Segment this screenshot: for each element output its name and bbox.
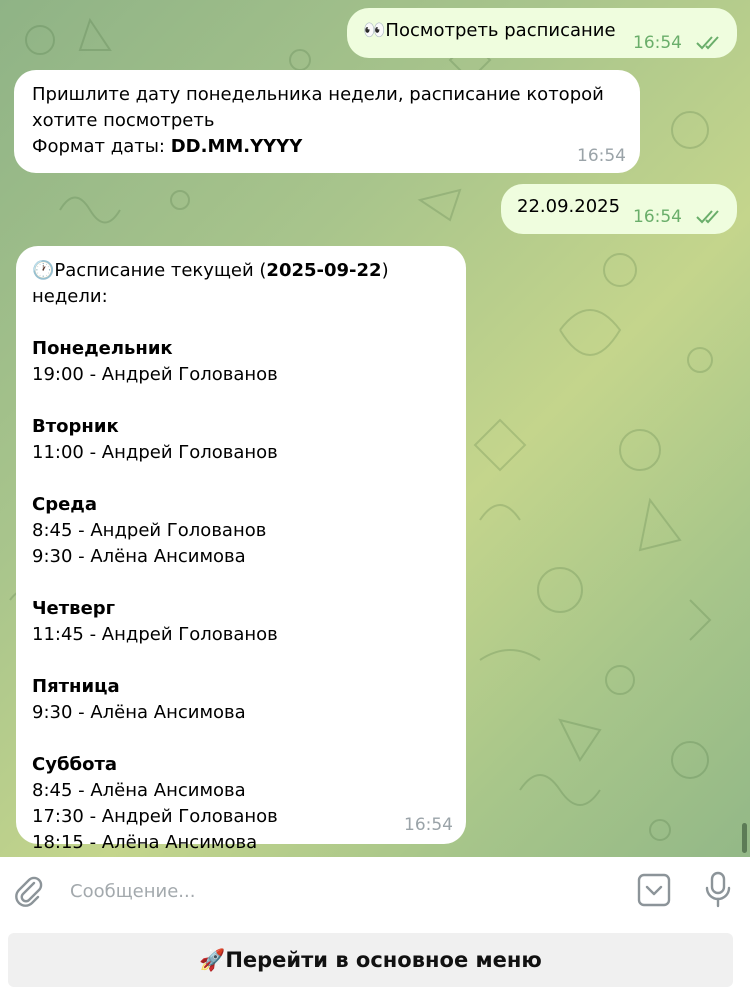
- double-check-icon: [696, 36, 719, 50]
- message-time: 16:54: [577, 146, 626, 166]
- day-name: Вторник: [32, 416, 119, 437]
- message-input[interactable]: [68, 875, 592, 907]
- eyes-emoji-icon: 👀: [363, 20, 386, 41]
- schedule-entry: 19:00 - Андрей Голованов: [32, 364, 278, 385]
- message-incoming[interactable]: Пришлите дату понедельника недели, распи…: [14, 70, 640, 173]
- day-name: Суббота: [32, 754, 118, 775]
- clock-emoji-icon: 🕐: [32, 260, 55, 281]
- schedule-entry: 11:45 - Андрей Голованов: [32, 624, 278, 645]
- schedule-entry: 9:30 - Алёна Ансимова: [32, 702, 246, 723]
- message-line: хотите посмотреть: [32, 110, 215, 131]
- message-incoming-schedule[interactable]: 🕐Расписание текущей (2025-09-22) недели:…: [16, 246, 466, 853]
- scrollbar-thumb[interactable]: [742, 823, 747, 853]
- schedule-date: 2025-09-22: [266, 260, 382, 281]
- schedule-title: 🕐Расписание текущей (2025-09-22) недели:: [32, 260, 389, 307]
- message-line: Пришлите дату понедельника недели, распи…: [32, 84, 604, 105]
- format-label: Формат даты:: [32, 136, 171, 157]
- format-value: DD.MM.YYYY: [170, 136, 303, 157]
- double-check-icon: [696, 210, 719, 224]
- schedule-entry: 8:45 - Алёна Ансимова: [32, 780, 246, 801]
- rocket-emoji-icon: 🚀: [199, 947, 226, 972]
- chat-area[interactable]: 👀Посмотреть расписание 16:54 Пришлите да…: [0, 0, 750, 857]
- reply-keyboard: 🚀 Перейти в основное меню: [0, 923, 750, 987]
- main-menu-label: Перейти в основное меню: [225, 948, 542, 972]
- bot-keyboard-icon[interactable]: [637, 873, 671, 907]
- schedule-entry: 9:30 - Алёна Ансимова: [32, 546, 246, 567]
- message-time: 16:54: [404, 815, 453, 835]
- message-text: 22.09.2025: [517, 196, 621, 217]
- microphone-icon[interactable]: [704, 871, 732, 909]
- message-time: 16:54: [633, 207, 682, 227]
- day-name: Среда: [32, 494, 97, 515]
- message-outgoing[interactable]: 👀Посмотреть расписание 16:54: [347, 8, 737, 58]
- schedule-entry: 11:00 - Андрей Голованов: [32, 442, 278, 463]
- message-time: 16:54: [633, 33, 682, 53]
- message-outgoing[interactable]: 22.09.2025 16:54: [501, 184, 737, 234]
- day-name: Понедельник: [32, 338, 173, 359]
- main-menu-button[interactable]: 🚀 Перейти в основное меню: [8, 933, 733, 987]
- schedule-entry: 17:30 - Андрей Голованов: [32, 806, 278, 827]
- message-composer: [0, 857, 750, 923]
- schedule-entry: 18:15 - Алёна Ансимова: [32, 832, 258, 853]
- day-name: Четверг: [32, 598, 116, 619]
- message-text: Посмотреть расписание: [385, 20, 616, 41]
- schedule-entry: 8:45 - Андрей Голованов: [32, 520, 267, 541]
- day-name: Пятница: [32, 676, 120, 697]
- paperclip-icon[interactable]: [14, 875, 44, 907]
